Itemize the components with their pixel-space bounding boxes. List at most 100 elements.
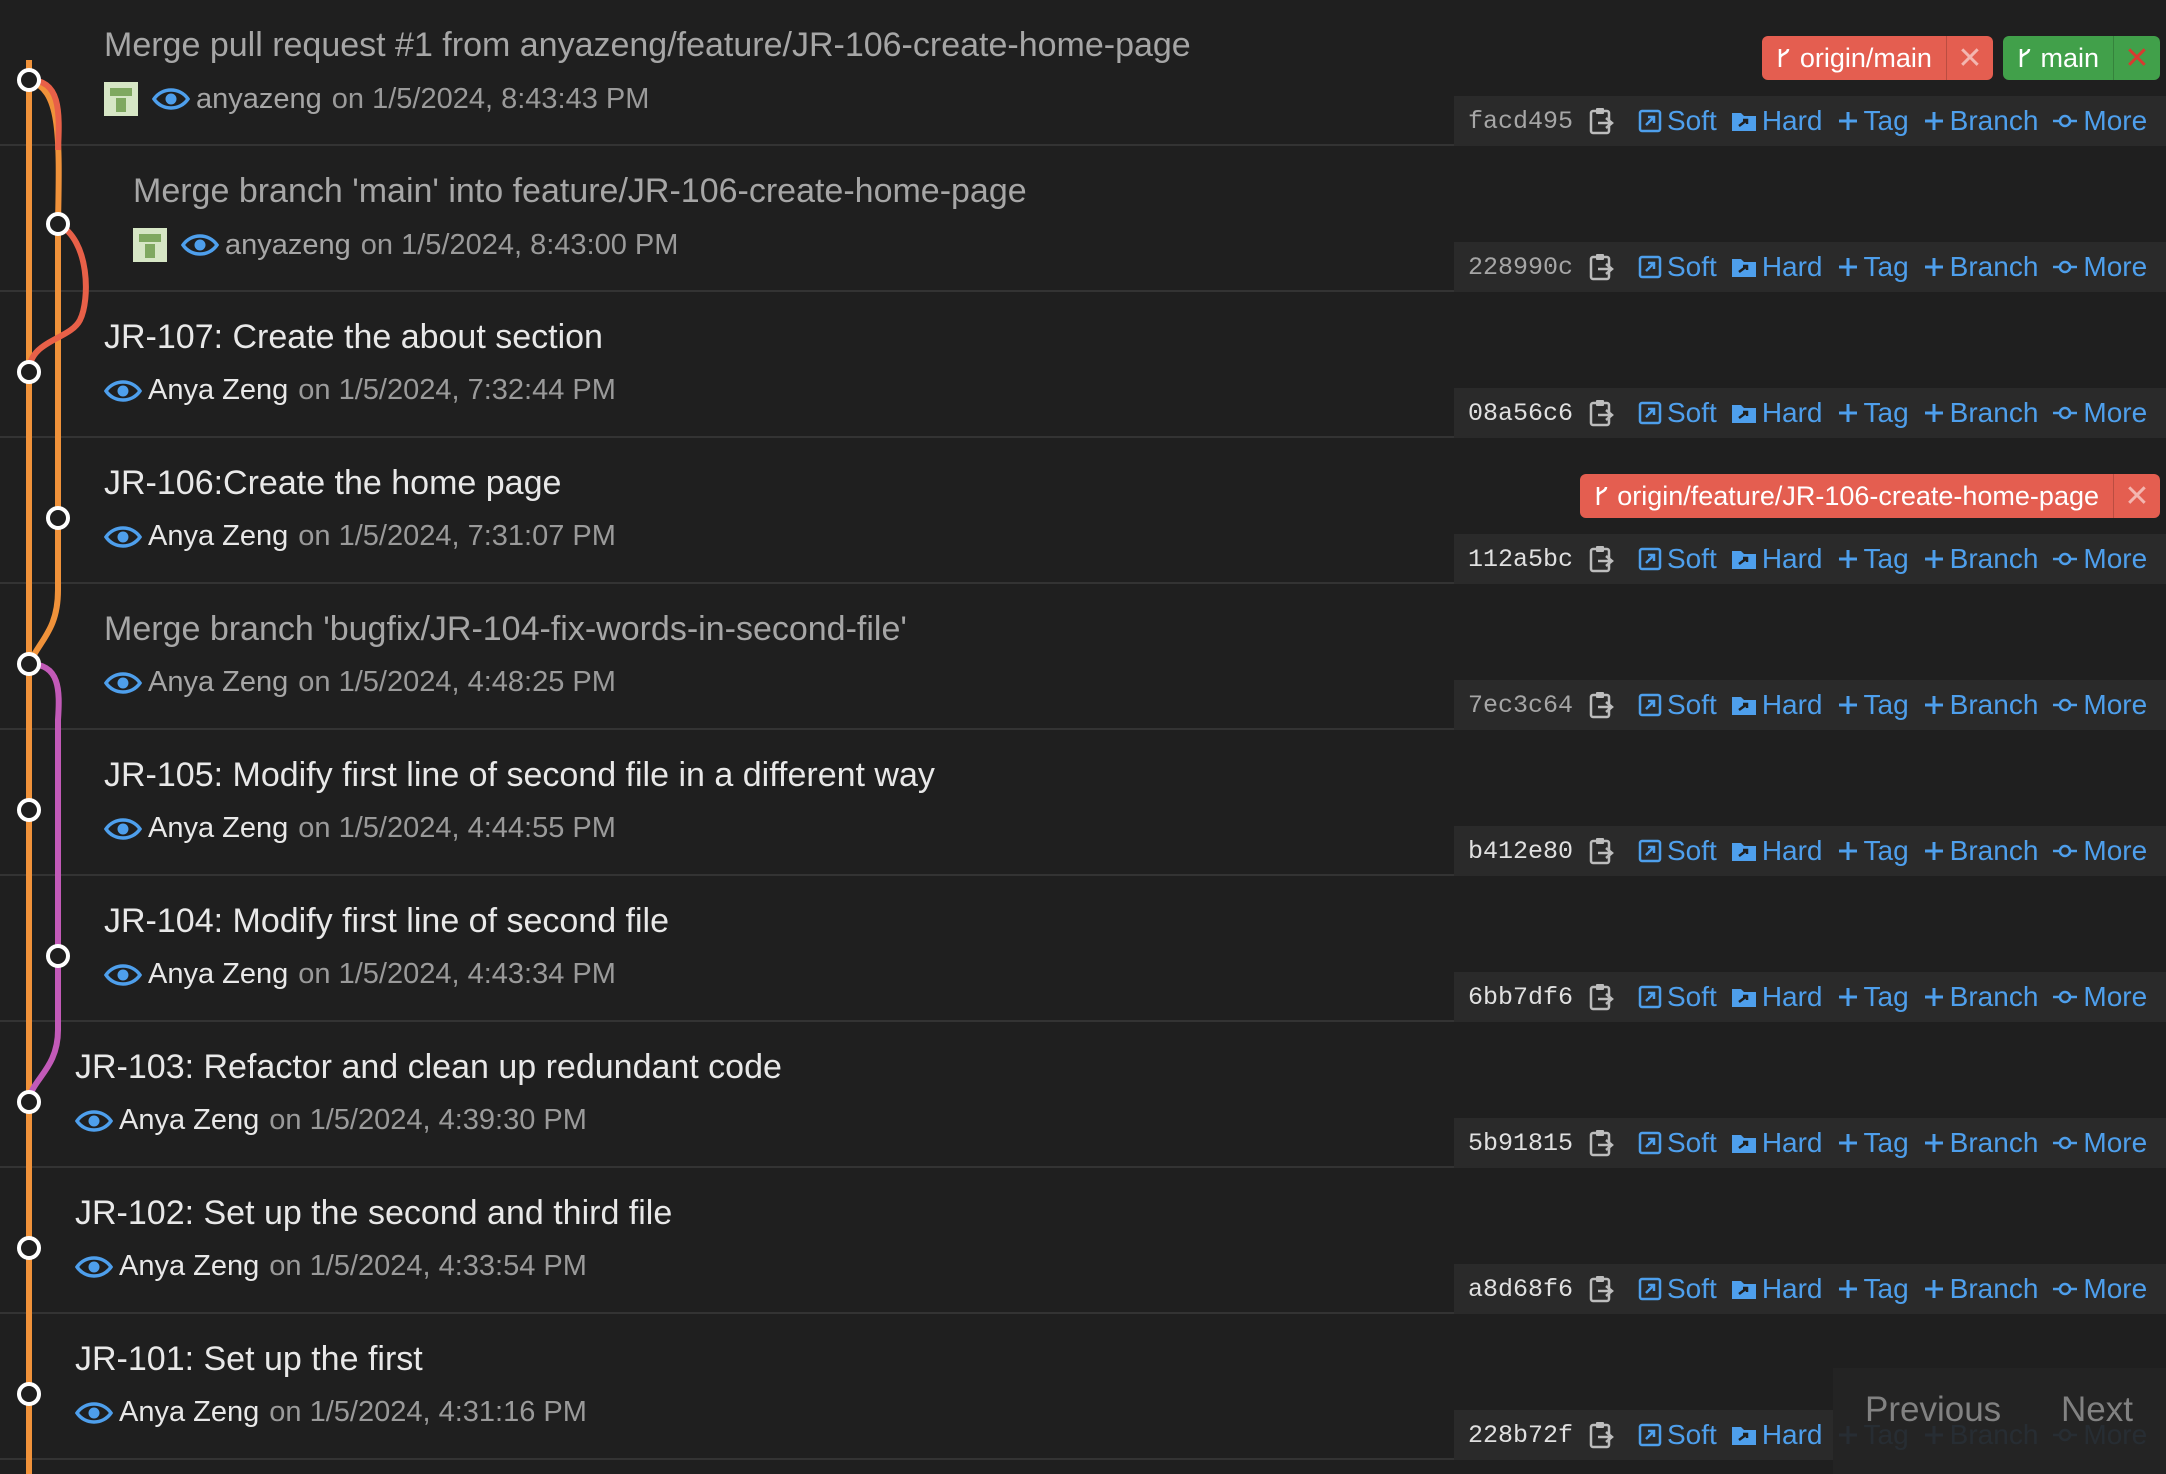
head-badges: origin/main ✕ main ✕ xyxy=(1762,36,2160,80)
soft-reset-button[interactable]: Soft xyxy=(1638,835,1717,867)
copy-hash-icon[interactable] xyxy=(1588,982,1614,1012)
add-tag-button[interactable]: Tag xyxy=(1837,543,1909,575)
add-branch-button[interactable]: Branch xyxy=(1923,981,2038,1013)
add-branch-button[interactable]: Branch xyxy=(1923,1273,2038,1305)
soft-reset-icon xyxy=(1638,693,1662,717)
remove-badge-icon[interactable]: ✕ xyxy=(2113,36,2160,80)
branch-label: Branch xyxy=(1949,105,2039,136)
more-button[interactable]: More xyxy=(2052,397,2147,429)
branch-icon xyxy=(1596,486,1607,505)
more-button[interactable]: More xyxy=(2052,981,2147,1013)
add-tag-button[interactable]: Tag xyxy=(1837,981,1909,1013)
commit-more-icon xyxy=(2053,552,2078,566)
soft-reset-button[interactable]: Soft xyxy=(1638,251,1717,283)
more-button[interactable]: More xyxy=(2052,1127,2147,1159)
commit-author: Anya Zeng xyxy=(148,958,289,990)
add-branch-icon xyxy=(1924,1134,1943,1152)
remove-badge-icon[interactable]: ✕ xyxy=(1945,36,1993,80)
add-tag-button[interactable]: Tag xyxy=(1837,105,1909,137)
add-tag-button[interactable]: Tag xyxy=(1837,251,1909,283)
origin-main-badge[interactable]: origin/main ✕ xyxy=(1762,36,1993,80)
add-branch-button[interactable]: Branch xyxy=(1923,543,2038,575)
commit-meta: Anya Zeng on 1/5/2024, 4:44:55 PM xyxy=(104,812,616,845)
hard-reset-button[interactable]: Hard xyxy=(1731,1273,1823,1305)
hard-reset-icon xyxy=(1731,1135,1756,1153)
add-tag-button[interactable]: Tag xyxy=(1837,835,1909,867)
soft-reset-button[interactable]: Soft xyxy=(1638,105,1717,137)
commit-message: JR-103: Refactor and clean up redundant … xyxy=(75,1048,782,1086)
add-tag-button[interactable]: Tag xyxy=(1837,1273,1909,1305)
copy-hash-icon[interactable] xyxy=(1588,544,1614,574)
origin-feature-badge[interactable]: origin/feature/JR-106-create-home-page ✕ xyxy=(1579,474,2160,518)
add-tag-button[interactable]: Tag xyxy=(1837,1127,1909,1159)
commit-row[interactable]: JR-102: Set up the second and third file… xyxy=(0,1168,2166,1314)
copy-hash-icon[interactable] xyxy=(1588,106,1614,136)
feature-badges: origin/feature/JR-106-create-home-page ✕ xyxy=(1579,474,2160,518)
hard-label: Hard xyxy=(1761,543,1823,574)
commit-row[interactable]: JR-107: Create the about section Anya Zen… xyxy=(0,292,2166,438)
soft-reset-button[interactable]: Soft xyxy=(1638,1127,1717,1159)
hard-reset-button[interactable]: Hard xyxy=(1731,835,1823,867)
soft-reset-button[interactable]: Soft xyxy=(1638,1419,1717,1451)
more-button[interactable]: More xyxy=(2052,835,2147,867)
remove-badge-icon[interactable]: ✕ xyxy=(2113,474,2160,518)
hard-reset-button[interactable]: Hard xyxy=(1731,1419,1823,1451)
commit-more-icon xyxy=(2053,698,2078,712)
soft-reset-button[interactable]: Soft xyxy=(1638,397,1717,429)
commit-row[interactable]: Merge branch 'bugfix/JR-104-fix-words-in… xyxy=(0,584,2166,730)
commit-meta: Anya Zeng on 1/5/2024, 4:43:34 PM xyxy=(104,958,616,991)
commit-row[interactable]: Merge branch 'main' into feature/JR-106-… xyxy=(0,146,2166,292)
commit-row[interactable]: JR-105: Modify first line of second file… xyxy=(0,730,2166,876)
add-branch-button[interactable]: Branch xyxy=(1923,105,2039,137)
hard-reset-button[interactable]: Hard xyxy=(1731,397,1823,429)
add-tag-button[interactable]: Tag xyxy=(1837,689,1909,721)
soft-reset-button[interactable]: Soft xyxy=(1638,689,1717,721)
commit-row[interactable]: JR-103: Refactor and clean up redundant … xyxy=(0,1022,2166,1168)
copy-hash-icon[interactable] xyxy=(1588,836,1614,866)
hard-reset-button[interactable]: Hard xyxy=(1731,105,1823,137)
copy-hash-icon[interactable] xyxy=(1588,252,1614,282)
commit-actions: b412e80 Soft Hard Tag Branch More xyxy=(1454,826,2166,876)
commit-message: Merge branch 'main' into feature/JR-106-… xyxy=(133,172,1027,210)
main-badge[interactable]: main ✕ xyxy=(2002,36,2160,80)
commit-actions: 5b91815 Soft Hard Tag Branch More xyxy=(1454,1118,2166,1168)
previous-button[interactable]: Previous xyxy=(1865,1390,2001,1430)
hard-reset-button[interactable]: Hard xyxy=(1731,543,1823,575)
copy-hash-icon[interactable] xyxy=(1588,398,1614,428)
add-branch-button[interactable]: Branch xyxy=(1923,251,2038,283)
next-button[interactable]: Next xyxy=(2061,1390,2133,1430)
commit-more-icon xyxy=(2053,990,2078,1004)
hard-reset-button[interactable]: Hard xyxy=(1731,981,1823,1013)
add-branch-icon xyxy=(1924,112,1943,130)
copy-hash-icon[interactable] xyxy=(1588,1274,1614,1304)
copy-hash-icon[interactable] xyxy=(1588,1128,1614,1158)
avatar xyxy=(133,228,167,262)
add-branch-button[interactable]: Branch xyxy=(1923,1127,2038,1159)
commit-row[interactable]: JR-104: Modify first line of second file… xyxy=(0,876,2166,1022)
soft-label: Soft xyxy=(1667,251,1717,282)
more-button[interactable]: More xyxy=(2052,1273,2147,1305)
more-button[interactable]: More xyxy=(2052,689,2147,721)
more-button[interactable]: More xyxy=(2052,251,2147,283)
tag-label: Tag xyxy=(1863,689,1909,720)
add-tag-button[interactable]: Tag xyxy=(1837,397,1909,429)
branch-label: Branch xyxy=(1949,689,2039,720)
hard-reset-button[interactable]: Hard xyxy=(1731,689,1823,721)
copy-hash-icon[interactable] xyxy=(1588,690,1614,720)
eye-icon xyxy=(104,963,142,986)
more-button[interactable]: More xyxy=(2052,543,2147,575)
soft-reset-button[interactable]: Soft xyxy=(1638,1273,1717,1305)
soft-reset-button[interactable]: Soft xyxy=(1638,981,1717,1013)
add-branch-button[interactable]: Branch xyxy=(1923,397,2038,429)
commit-datetime: on 1/5/2024, 7:32:44 PM xyxy=(298,374,616,406)
hard-reset-button[interactable]: Hard xyxy=(1731,1127,1823,1159)
hard-reset-button[interactable]: Hard xyxy=(1731,251,1823,283)
more-button[interactable]: More xyxy=(2052,105,2147,137)
soft-reset-button[interactable]: Soft xyxy=(1638,543,1717,575)
add-branch-button[interactable]: Branch xyxy=(1923,835,2038,867)
soft-label: Soft xyxy=(1667,981,1717,1012)
soft-reset-icon xyxy=(1638,1131,1662,1155)
add-branch-button[interactable]: Branch xyxy=(1923,689,2039,721)
copy-hash-icon[interactable] xyxy=(1588,1420,1614,1450)
tag-label: Tag xyxy=(1863,981,1909,1012)
